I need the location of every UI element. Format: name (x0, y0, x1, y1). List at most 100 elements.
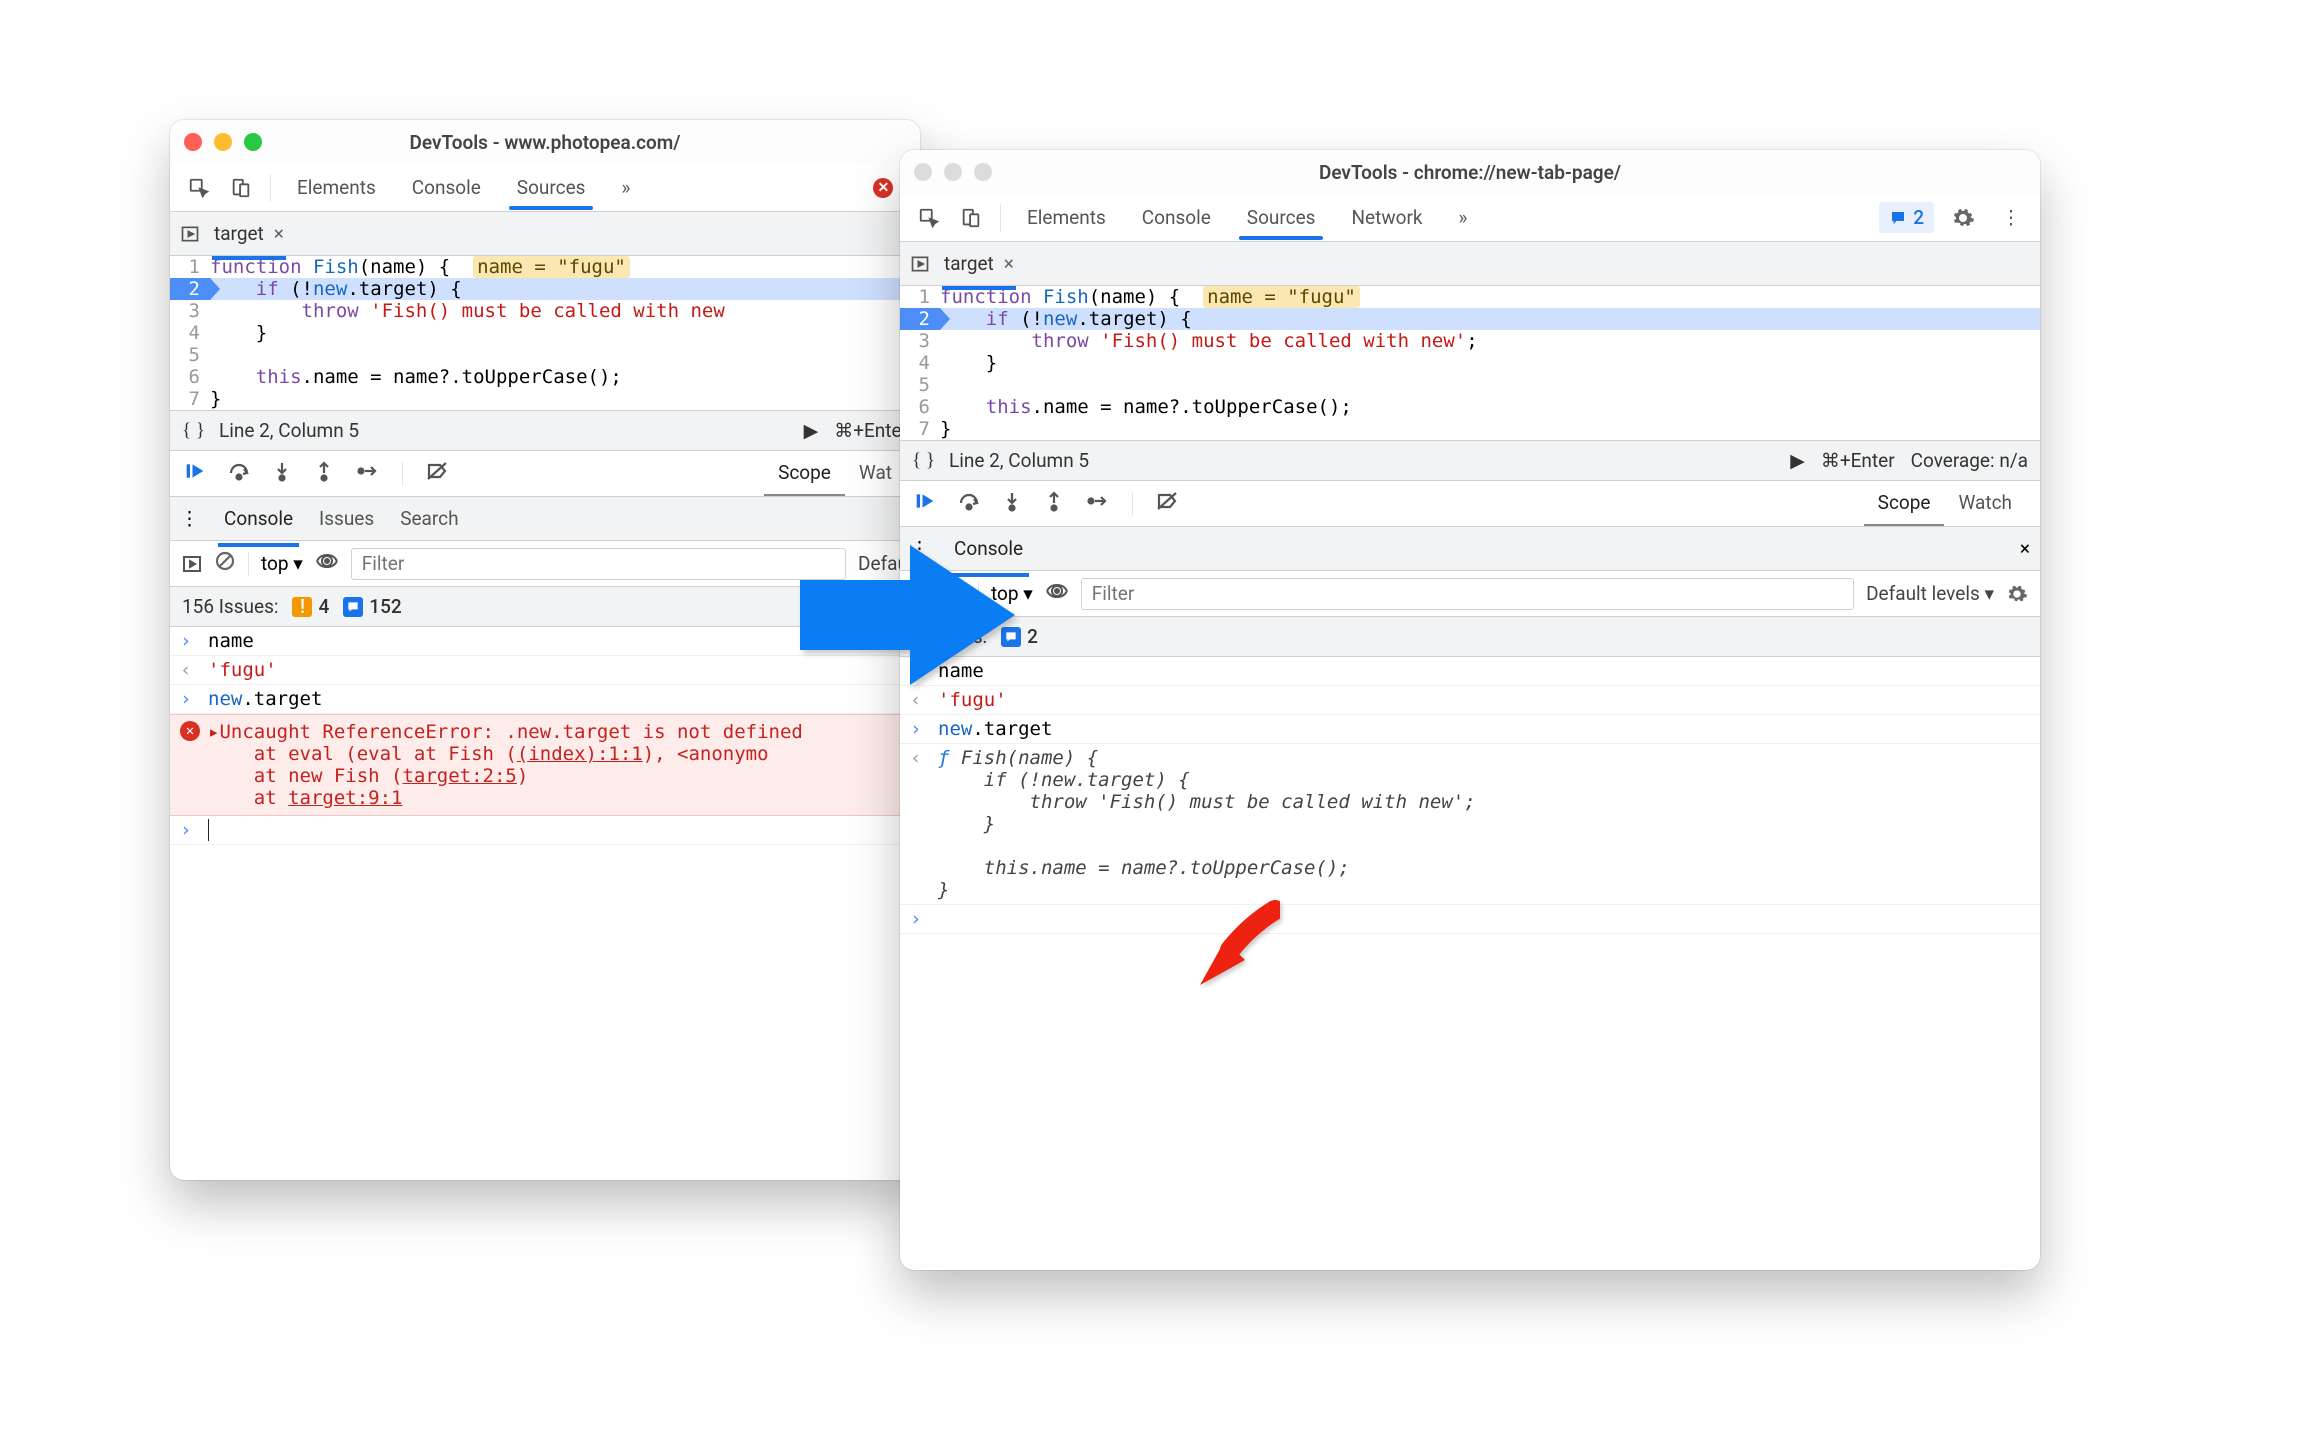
info-issues-chip[interactable]: 152 (343, 595, 401, 618)
line-number[interactable]: 6 (170, 366, 210, 388)
close-icon[interactable]: × (1004, 252, 1014, 275)
code-editor[interactable]: 1function Fish(name) { name = "fugu"2 if… (170, 256, 920, 411)
context-selector[interactable]: top ▾ (261, 552, 303, 575)
run-icon[interactable]: ▶ (804, 419, 819, 442)
console-error[interactable]: ✕▸Uncaught ReferenceError: .new.target i… (170, 714, 920, 816)
code-line[interactable]: 4 } (170, 322, 920, 344)
code-line[interactable]: 5 (900, 374, 2040, 396)
code-line[interactable]: 6 this.name = name?.toUpperCase(); (900, 396, 2040, 418)
line-number[interactable]: 7 (900, 418, 940, 440)
devtools-window-right: DevTools - chrome://new-tab-page/ Elemen… (900, 150, 2040, 1270)
drawer-menu-icon[interactable]: ⋮ (180, 507, 204, 530)
tab-console[interactable]: Console (1126, 196, 1227, 239)
line-number[interactable]: 6 (900, 396, 940, 418)
line-number[interactable]: 2 (170, 278, 210, 300)
step-into-icon[interactable] (1002, 490, 1022, 517)
file-tab-target[interactable]: target × (942, 246, 1016, 281)
code-line[interactable]: 6 this.name = name?.toUpperCase(); (170, 366, 920, 388)
step-icon[interactable] (1086, 490, 1110, 517)
console-output[interactable]: name'fugu'new.targetƒ Fish(name) { if (!… (900, 657, 2040, 934)
step-icon[interactable] (356, 460, 380, 487)
step-out-icon[interactable] (314, 460, 334, 487)
scope-tab[interactable]: Scope (764, 451, 845, 496)
drawer-tab-issues[interactable]: Issues (313, 499, 380, 538)
tab-console[interactable]: Console (396, 166, 497, 209)
code-line[interactable]: 5 (170, 344, 920, 366)
maximize-window-dot[interactable] (244, 133, 262, 151)
close-window-dot[interactable] (184, 133, 202, 151)
line-number[interactable]: 3 (900, 330, 940, 352)
console-sidebar-icon[interactable] (182, 554, 202, 574)
close-window-dot[interactable] (914, 163, 932, 181)
log-levels-selector[interactable]: Default levels ▾ (1866, 582, 1994, 605)
line-number[interactable]: 5 (170, 344, 210, 366)
scope-tab[interactable]: Scope (1864, 481, 1945, 526)
watch-tab[interactable]: Wat (845, 451, 906, 496)
navigator-toggle-icon[interactable] (910, 254, 930, 274)
code-line[interactable]: 3 throw 'Fish() must be called with new'… (900, 330, 2040, 352)
tab-network[interactable]: Network (1335, 196, 1438, 239)
inspect-element-icon[interactable] (910, 199, 948, 237)
clear-console-icon[interactable] (214, 550, 236, 577)
tab-elements[interactable]: Elements (1011, 196, 1122, 239)
maximize-window-dot[interactable] (974, 163, 992, 181)
step-over-icon[interactable] (958, 490, 980, 517)
line-number[interactable]: 2 (900, 308, 940, 330)
device-toggle-icon[interactable] (222, 169, 260, 207)
line-number[interactable]: 4 (900, 352, 940, 374)
kebab-menu-icon[interactable]: ⋮ (1992, 199, 2030, 237)
drawer-tab-console[interactable]: Console (218, 499, 299, 538)
deactivate-breakpoints-icon[interactable] (1155, 490, 1179, 517)
console-filter-input[interactable] (351, 548, 846, 580)
inspect-element-icon[interactable] (180, 169, 218, 207)
run-icon[interactable]: ▶ (1790, 449, 1805, 472)
more-tabs-icon[interactable]: » (605, 166, 646, 209)
tab-sources[interactable]: Sources (501, 166, 602, 209)
line-number[interactable]: 5 (900, 374, 940, 396)
format-icon[interactable]: { } (912, 450, 935, 472)
issues-bar[interactable]: 2 Issues: 2 (900, 617, 2040, 657)
navigator-toggle-icon[interactable] (180, 224, 200, 244)
line-number[interactable]: 3 (170, 300, 210, 322)
file-tab-target[interactable]: target × (212, 216, 286, 251)
tab-sources[interactable]: Sources (1231, 196, 1332, 239)
live-expression-icon[interactable] (315, 551, 339, 576)
watch-tab[interactable]: Watch (1944, 481, 2026, 526)
warning-issues-chip[interactable]: ! 4 (292, 595, 329, 618)
code-line[interactable]: 7} (170, 388, 920, 410)
drawer-tab-search[interactable]: Search (394, 499, 464, 538)
minimize-window-dot[interactable] (944, 163, 962, 181)
feedback-badge[interactable]: 2 (1879, 202, 1934, 233)
console-settings-gear-icon[interactable] (2006, 583, 2028, 605)
settings-gear-icon[interactable] (1944, 199, 1982, 237)
deactivate-breakpoints-icon[interactable] (425, 460, 449, 487)
device-toggle-icon[interactable] (952, 199, 990, 237)
code-editor[interactable]: 1function Fish(name) { name = "fugu"2 if… (900, 286, 2040, 441)
line-number[interactable]: 1 (170, 256, 210, 278)
live-expression-icon[interactable] (1045, 581, 1069, 606)
close-icon[interactable]: × (274, 222, 284, 245)
format-icon[interactable]: { } (182, 420, 205, 442)
resume-icon[interactable] (184, 461, 206, 486)
console-function-output[interactable]: ƒ Fish(name) { if (!new.target) { throw … (900, 744, 2040, 905)
code-line[interactable]: 7} (900, 418, 2040, 440)
code-line[interactable]: 2 if (!new.target) { (170, 278, 920, 300)
line-number[interactable]: 7 (170, 388, 210, 410)
code-line[interactable]: 2 if (!new.target) { (900, 308, 2040, 330)
code-line[interactable]: 1function Fish(name) { name = "fugu" (900, 286, 2040, 308)
tab-elements[interactable]: Elements (281, 166, 392, 209)
code-line[interactable]: 3 throw 'Fish() must be called with new (170, 300, 920, 322)
console-prompt[interactable] (170, 816, 920, 845)
code-line[interactable]: 4 } (900, 352, 2040, 374)
more-tabs-icon[interactable]: » (1443, 196, 1484, 239)
line-number[interactable]: 1 (900, 286, 940, 308)
step-over-icon[interactable] (228, 460, 250, 487)
step-into-icon[interactable] (272, 460, 292, 487)
resume-icon[interactable] (914, 491, 936, 516)
console-filter-input[interactable] (1081, 578, 1854, 610)
close-drawer-icon[interactable]: × (2020, 537, 2030, 560)
minimize-window-dot[interactable] (214, 133, 232, 151)
console-prompt[interactable] (900, 905, 2040, 934)
line-number[interactable]: 4 (170, 322, 210, 344)
step-out-icon[interactable] (1044, 490, 1064, 517)
